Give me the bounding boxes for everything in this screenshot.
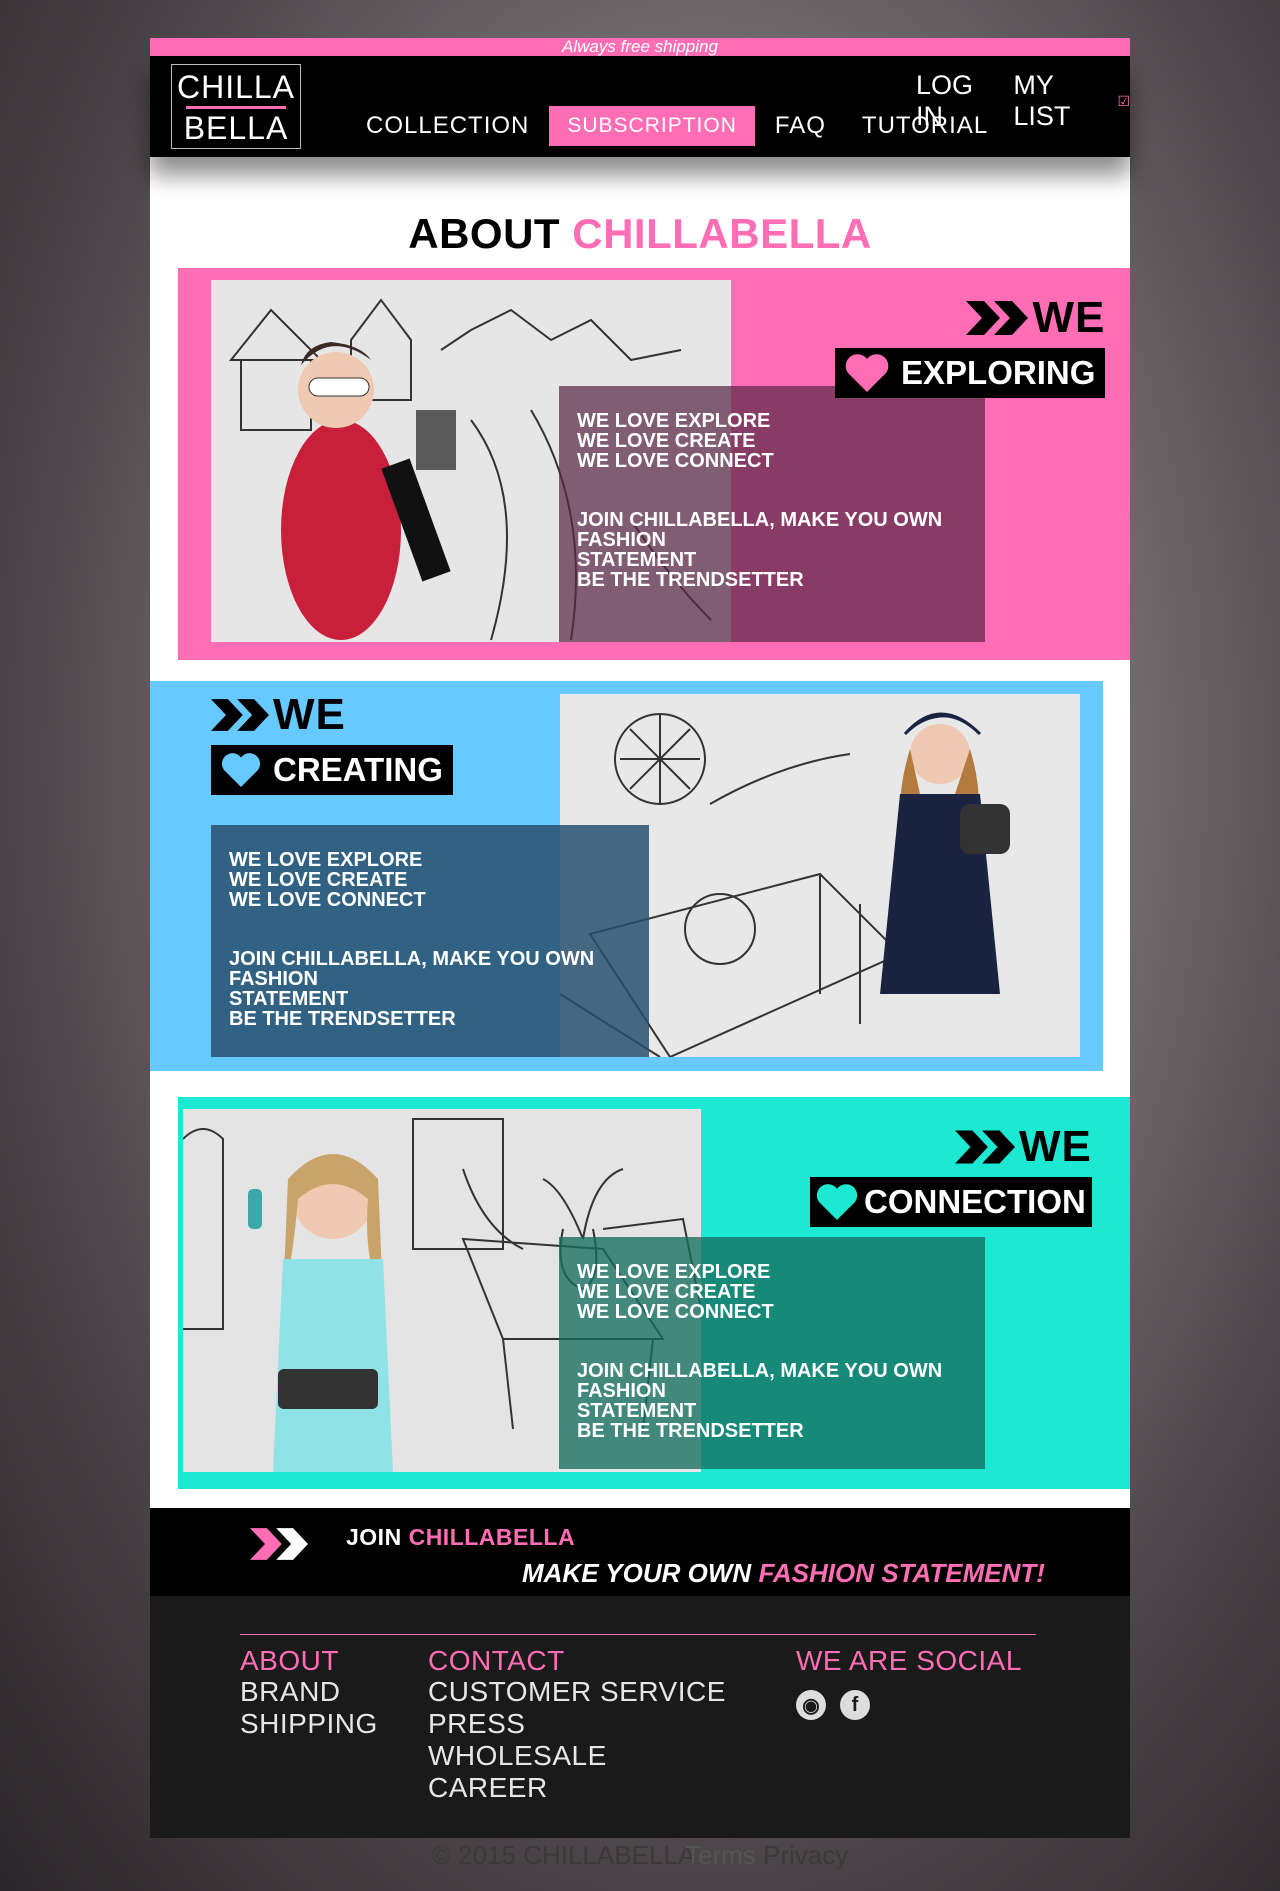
nav-faq[interactable]: FAQ — [759, 107, 842, 145]
love-connect-line: WE LOVE CONNECT — [229, 889, 426, 911]
join-brand: CHILLABELLA — [408, 1524, 576, 1550]
checkbox-icon: ☑ — [1117, 92, 1130, 109]
my-list-link[interactable]: MY LIST — [1013, 70, 1115, 132]
panel-exploring: WE LOVE EXPLORE WE LOVE CREATE WE LOVE C… — [178, 268, 1130, 660]
love-explore-line: WE LOVE EXPLORE — [229, 849, 423, 871]
connection-text-box: WE LOVE EXPLORE WE LOVE CREATE WE LOVE C… — [559, 1237, 985, 1469]
footer-contact-column: CONTACT CUSTOMER SERVICE PRESS WHOLESALE… — [428, 1646, 726, 1804]
login-link[interactable]: LOG IN — [916, 70, 1005, 132]
nav-subscription[interactable]: SUBSCRIPTION — [549, 106, 755, 146]
love-create-line: WE LOVE CREATE — [577, 1281, 756, 1303]
privacy-link[interactable]: Privacy — [763, 1840, 848, 1870]
footer-divider — [240, 1634, 1036, 1635]
shipping-text: Always free shipping — [562, 37, 718, 56]
love-explore-line: WE LOVE EXPLORE — [577, 1261, 771, 1283]
we-word: WE — [1032, 293, 1106, 342]
page: Always free shipping CHILLA BELLA COLLEC… — [150, 38, 1130, 1870]
join-word: JOIN — [346, 1524, 402, 1550]
instagram-icon[interactable]: ◉ — [796, 1690, 826, 1720]
main-nav: COLLECTION SUBSCRIPTION FAQ TUTORIAL — [350, 106, 1008, 146]
logo-line-2: BELLA — [183, 110, 289, 146]
panel-connection: WE LOVE EXPLORE WE LOVE CREATE WE LOVE C… — [178, 1097, 1130, 1489]
join-banner[interactable]: JOIN CHILLABELLA MAKE YOUR OWN FASHION S… — [150, 1508, 1130, 1596]
footer-about-column: ABOUT BRAND SHIPPING — [240, 1646, 378, 1740]
facebook-icon[interactable]: f — [840, 1690, 870, 1720]
creating-tag: CREATING — [211, 745, 453, 795]
site-header: CHILLA BELLA COLLECTION SUBSCRIPTION FAQ… — [150, 56, 1130, 157]
join-headline: JOIN CHILLABELLA — [346, 1524, 575, 1551]
heart-icon — [845, 354, 889, 392]
footer-about-heading[interactable]: ABOUT — [240, 1646, 378, 1676]
social-icons: ◉ f — [796, 1690, 1022, 1720]
love-create-line: WE LOVE CREATE — [229, 869, 408, 891]
trendsetter-line: BE THE TRENDSETTER — [577, 569, 804, 591]
footer-contact-heading[interactable]: CONTACT — [428, 1646, 726, 1676]
footer-social-column: WE ARE SOCIAL ◉ f — [796, 1646, 1022, 1720]
join-tagline: MAKE YOUR OWN FASHION STATEMENT! — [522, 1558, 1045, 1589]
heart-icon — [221, 753, 261, 787]
we-word: WE — [273, 690, 346, 739]
love-create-line: WE LOVE CREATE — [577, 430, 756, 452]
connection-heading: WE CONNECTION — [810, 1125, 1092, 1227]
copyright-text: © 2015 CHILLABELLA — [431, 1840, 694, 1870]
love-explore-line: WE LOVE EXPLORE — [577, 410, 771, 432]
double-chevron-icon — [211, 699, 269, 731]
footer-link-shipping[interactable]: SHIPPING — [240, 1708, 378, 1740]
creating-heading: WE CREATING — [211, 693, 453, 795]
shipping-banner: Always free shipping — [150, 38, 1130, 56]
page-title: ABOUT CHILLABELLA — [150, 210, 1130, 258]
double-chevron-icon — [954, 1130, 1015, 1164]
trendsetter-line: BE THE TRENDSETTER — [577, 1420, 804, 1442]
logo-divider — [186, 106, 286, 109]
statement-line: STATEMENT — [577, 549, 697, 571]
join-line: JOIN CHILLABELLA, MAKE YOU OWN FASHION — [577, 1360, 943, 1402]
join-line: JOIN CHILLABELLA, MAKE YOU OWN FASHION — [577, 509, 943, 551]
we-word: WE — [1018, 1122, 1092, 1171]
join-line: JOIN CHILLABELLA, MAKE YOU OWN FASHION — [229, 948, 595, 990]
creating-text-box: WE LOVE EXPLORE WE LOVE CREATE WE LOVE C… — [211, 825, 649, 1057]
footer-link-brand[interactable]: BRAND — [240, 1676, 378, 1708]
tagline-pink: FASHION STATEMENT! — [758, 1558, 1045, 1588]
double-chevron-icon — [966, 301, 1029, 335]
double-chevron-icon — [250, 1528, 308, 1565]
tagline-white: MAKE YOUR OWN — [522, 1558, 752, 1588]
heart-icon — [816, 1184, 858, 1220]
footer-link-wholesale[interactable]: WHOLESALE — [428, 1740, 726, 1772]
statement-line: STATEMENT — [577, 1400, 697, 1422]
terms-link[interactable]: Terms — [685, 1840, 756, 1870]
creating-label: CREATING — [273, 751, 443, 788]
footer-link-career[interactable]: CAREER — [428, 1772, 726, 1804]
footer-social-heading: WE ARE SOCIAL — [796, 1645, 1022, 1676]
exploring-label: EXPLORING — [901, 354, 1096, 391]
logo-line-1: CHILLA — [176, 69, 296, 105]
exploring-text-box: WE LOVE EXPLORE WE LOVE CREATE WE LOVE C… — [559, 386, 985, 642]
site-footer: ABOUT BRAND SHIPPING CONTACT CUSTOMER SE… — [150, 1596, 1130, 1838]
page-title-pink: CHILLABELLA — [572, 210, 872, 257]
nav-collection[interactable]: COLLECTION — [350, 107, 545, 145]
footer-link-customer-service[interactable]: CUSTOMER SERVICE — [428, 1676, 726, 1708]
love-connect-line: WE LOVE CONNECT — [577, 450, 774, 472]
footer-link-press[interactable]: PRESS — [428, 1708, 726, 1740]
exploring-tag: EXPLORING — [835, 348, 1106, 398]
statement-line: STATEMENT — [229, 988, 349, 1010]
copyright-line: © 2015 CHILLABELLA Terms Privacy — [150, 1840, 1130, 1871]
love-connect-line: WE LOVE CONNECT — [577, 1301, 774, 1323]
utility-links: LOG IN MY LIST ☑ — [916, 70, 1130, 132]
logo[interactable]: CHILLA BELLA — [171, 64, 301, 149]
page-title-black: ABOUT — [408, 210, 561, 257]
connection-tag: CONNECTION — [810, 1177, 1092, 1227]
connection-label: CONNECTION — [864, 1183, 1086, 1220]
panel-creating: WE LOVE EXPLORE WE LOVE CREATE WE LOVE C… — [150, 681, 1103, 1071]
trendsetter-line: BE THE TRENDSETTER — [229, 1008, 456, 1030]
exploring-heading: WE EXPLORING — [835, 293, 1106, 398]
